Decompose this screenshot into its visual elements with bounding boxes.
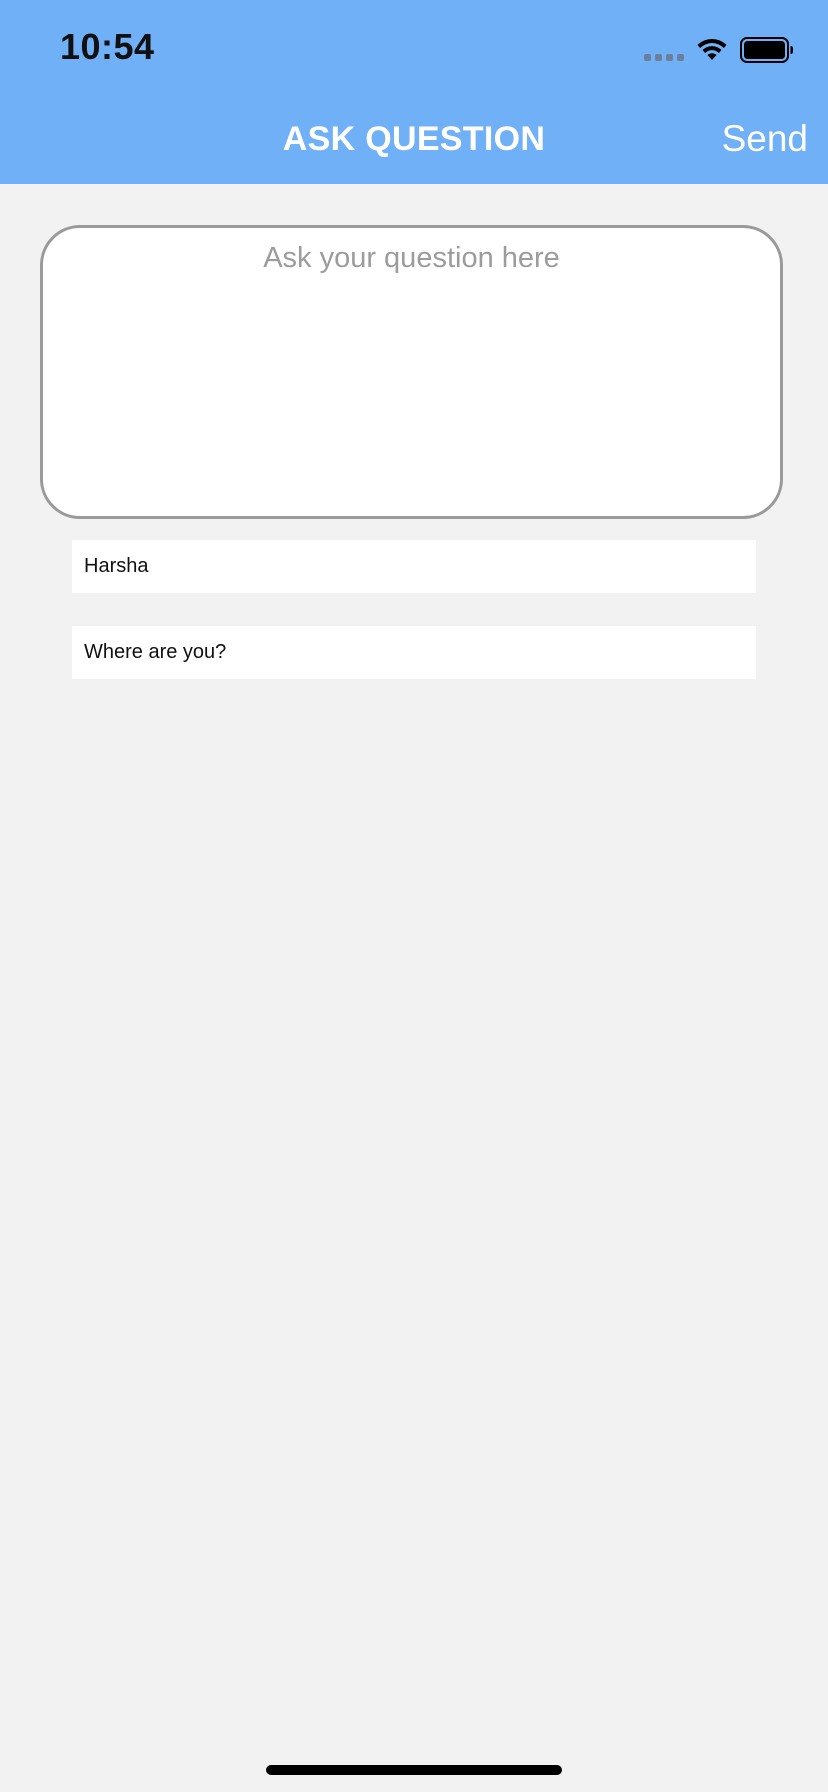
question-input[interactable] [43, 228, 780, 516]
name-field[interactable]: Harsha [72, 540, 756, 593]
location-field[interactable]: Where are you? [72, 626, 756, 679]
home-indicator[interactable] [266, 1765, 562, 1775]
page-title: ASK QUESTION [282, 120, 546, 158]
send-button[interactable]: Send [722, 118, 808, 160]
ask-question-screen: 10:54 ASK QUESTION Send Harsha Where are… [0, 0, 828, 1792]
battery-icon [740, 37, 793, 63]
status-icons [644, 36, 794, 64]
cellular-signal-icon [644, 53, 684, 61]
question-input-box [40, 225, 783, 519]
status-time: 10:54 [60, 26, 155, 67]
header-bar: 10:54 ASK QUESTION Send [0, 0, 828, 184]
wifi-icon [697, 38, 727, 60]
